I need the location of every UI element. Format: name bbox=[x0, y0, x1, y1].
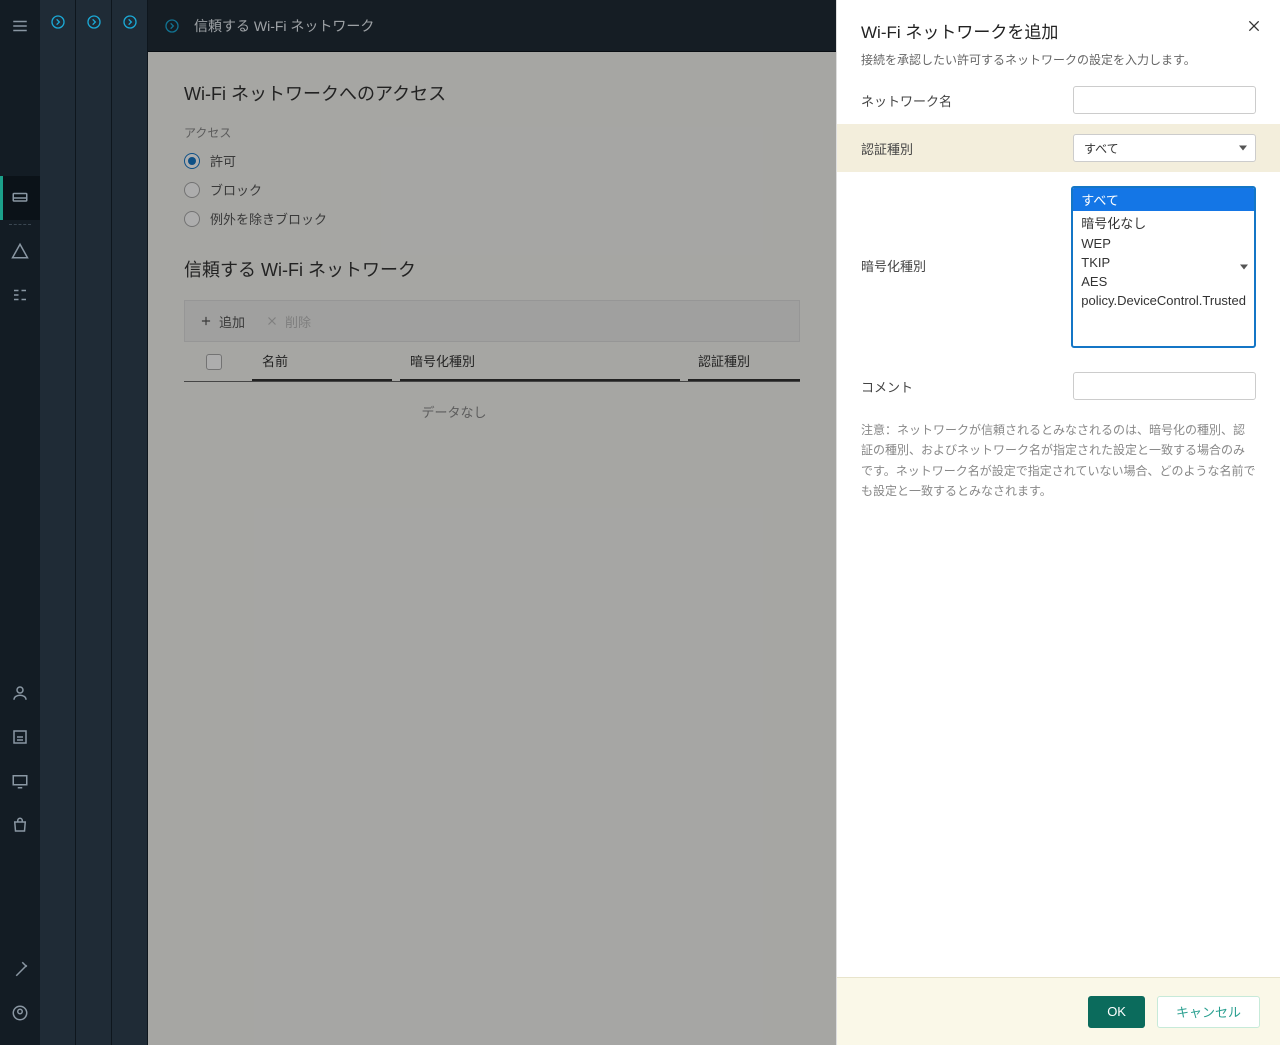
radio-block-except[interactable]: 例外を除きブロック bbox=[184, 209, 800, 228]
chevron-right-icon[interactable] bbox=[118, 10, 142, 34]
ok-button[interactable]: OK bbox=[1088, 996, 1145, 1028]
comment-input[interactable] bbox=[1073, 372, 1256, 400]
label-auth-type: 認証種別 bbox=[861, 139, 1061, 158]
drawer-header: Wi-Fi ネットワークを追加 接続を承認したい許可するネットワークの設定を入力… bbox=[837, 0, 1280, 76]
col-name[interactable]: 名前 bbox=[252, 342, 392, 381]
auth-type-value: すべて bbox=[1084, 140, 1119, 157]
section-access-title: Wi-Fi ネットワークへのアクセス bbox=[184, 80, 800, 106]
nav-item-account[interactable] bbox=[0, 991, 40, 1035]
enc-option[interactable]: 暗号化なし bbox=[1073, 211, 1254, 234]
drawer-body: ネットワーク名 認証種別 すべて 暗号化種別 すべて暗号化なしWEPTKIPAE… bbox=[837, 76, 1280, 977]
enc-option[interactable]: すべて bbox=[1073, 188, 1254, 211]
access-label: アクセス bbox=[184, 124, 800, 141]
label-network-name: ネットワーク名 bbox=[861, 91, 1061, 110]
delete-button: 削除 bbox=[265, 312, 311, 331]
close-button[interactable] bbox=[1242, 14, 1266, 38]
radio-allow[interactable]: 許可 bbox=[184, 151, 800, 170]
nav-item-settings[interactable] bbox=[0, 947, 40, 991]
trusted-table-header: 名前 暗号化種別 認証種別 bbox=[184, 342, 800, 382]
row-auth-type: 認証種別 すべて bbox=[837, 124, 1280, 172]
chevron-right-icon[interactable] bbox=[160, 14, 184, 38]
breadcrumb-collapsed-columns bbox=[40, 0, 148, 1045]
main-header: 信頼する Wi-Fi ネットワーク bbox=[148, 0, 836, 52]
drawer-title: Wi-Fi ネットワークを追加 bbox=[861, 18, 1256, 43]
radio-icon bbox=[184, 182, 200, 198]
plus-icon bbox=[199, 314, 213, 328]
section-trusted-title: 信頼する Wi-Fi ネットワーク bbox=[184, 256, 800, 282]
left-nav-rail bbox=[0, 0, 40, 1045]
add-wifi-drawer: Wi-Fi ネットワークを追加 接続を承認したい許可するネットワークの設定を入力… bbox=[836, 0, 1280, 1045]
radio-label: 許可 bbox=[210, 151, 236, 170]
delete-label: 削除 bbox=[285, 312, 311, 331]
nav-item-endpoints[interactable] bbox=[0, 759, 40, 803]
drawer-subtitle: 接続を承認したい許可するネットワークの設定を入力します。 bbox=[861, 51, 1256, 68]
add-label: 追加 bbox=[219, 312, 245, 331]
add-button[interactable]: 追加 bbox=[199, 312, 245, 331]
breadcrumb-col-3[interactable] bbox=[112, 0, 148, 1045]
table-empty-text: データなし bbox=[184, 382, 724, 421]
breadcrumb-col-2[interactable] bbox=[76, 0, 112, 1045]
col-authentication[interactable]: 認証種別 bbox=[688, 342, 800, 381]
col-checkbox[interactable] bbox=[184, 354, 244, 370]
row-comment: コメント bbox=[837, 362, 1280, 410]
label-enc-type: 暗号化種別 bbox=[861, 186, 1059, 275]
enc-type-listbox[interactable]: すべて暗号化なしWEPTKIPAESpolicy.DeviceControl.T… bbox=[1071, 186, 1256, 348]
row-enc-type: 暗号化種別 すべて暗号化なしWEPTKIPAESpolicy.DeviceCon… bbox=[837, 172, 1280, 362]
radio-label: ブロック bbox=[210, 180, 262, 199]
nav-item-devices[interactable] bbox=[0, 176, 40, 220]
drawer-note-text: 注意：ネットワークが信頼されるとみなされるのは、暗号化の種別、認証の種別、および… bbox=[837, 410, 1280, 512]
enc-option[interactable]: TKIP bbox=[1073, 253, 1254, 272]
trusted-toolbar: 追加 削除 bbox=[184, 300, 800, 342]
chevron-right-icon[interactable] bbox=[46, 10, 70, 34]
radio-icon bbox=[184, 153, 200, 169]
row-network-name: ネットワーク名 bbox=[837, 76, 1280, 124]
chevron-right-icon[interactable] bbox=[82, 10, 106, 34]
cancel-button[interactable]: キャンセル bbox=[1157, 996, 1260, 1028]
label-comment: コメント bbox=[861, 377, 1061, 396]
auth-type-select[interactable]: すべて bbox=[1073, 134, 1256, 162]
close-icon bbox=[265, 314, 279, 328]
main-panel: 信頼する Wi-Fi ネットワーク Wi-Fi ネットワークへのアクセス アクセ… bbox=[148, 0, 836, 1045]
nav-item-store[interactable] bbox=[0, 803, 40, 847]
nav-item-hierarchy[interactable] bbox=[0, 273, 40, 317]
content-area: Wi-Fi ネットワークへのアクセス アクセス 許可 ブロック 例外を除きブロッ… bbox=[148, 52, 836, 1045]
access-radio-group: 許可 ブロック 例外を除きブロック bbox=[184, 151, 800, 228]
menu-toggle-button[interactable] bbox=[0, 6, 40, 46]
page-title: 信頼する Wi-Fi ネットワーク bbox=[194, 16, 374, 36]
radio-label: 例外を除きブロック bbox=[210, 209, 327, 228]
close-icon bbox=[1246, 18, 1262, 34]
col-encryption[interactable]: 暗号化種別 bbox=[400, 342, 680, 381]
radio-block[interactable]: ブロック bbox=[184, 180, 800, 199]
nav-item-reports[interactable] bbox=[0, 715, 40, 759]
enc-option[interactable]: WEP bbox=[1073, 234, 1254, 253]
radio-icon bbox=[184, 211, 200, 227]
nav-item-users[interactable] bbox=[0, 671, 40, 715]
breadcrumb-col-1[interactable] bbox=[40, 0, 76, 1045]
drawer-footer: OK キャンセル bbox=[837, 977, 1280, 1045]
enc-option[interactable]: policy.DeviceControl.Trusted bbox=[1073, 291, 1254, 310]
enc-option[interactable]: AES bbox=[1073, 272, 1254, 291]
network-name-input[interactable] bbox=[1073, 86, 1256, 114]
nav-item-alerts[interactable] bbox=[0, 229, 40, 273]
checkbox-icon[interactable] bbox=[206, 354, 222, 370]
